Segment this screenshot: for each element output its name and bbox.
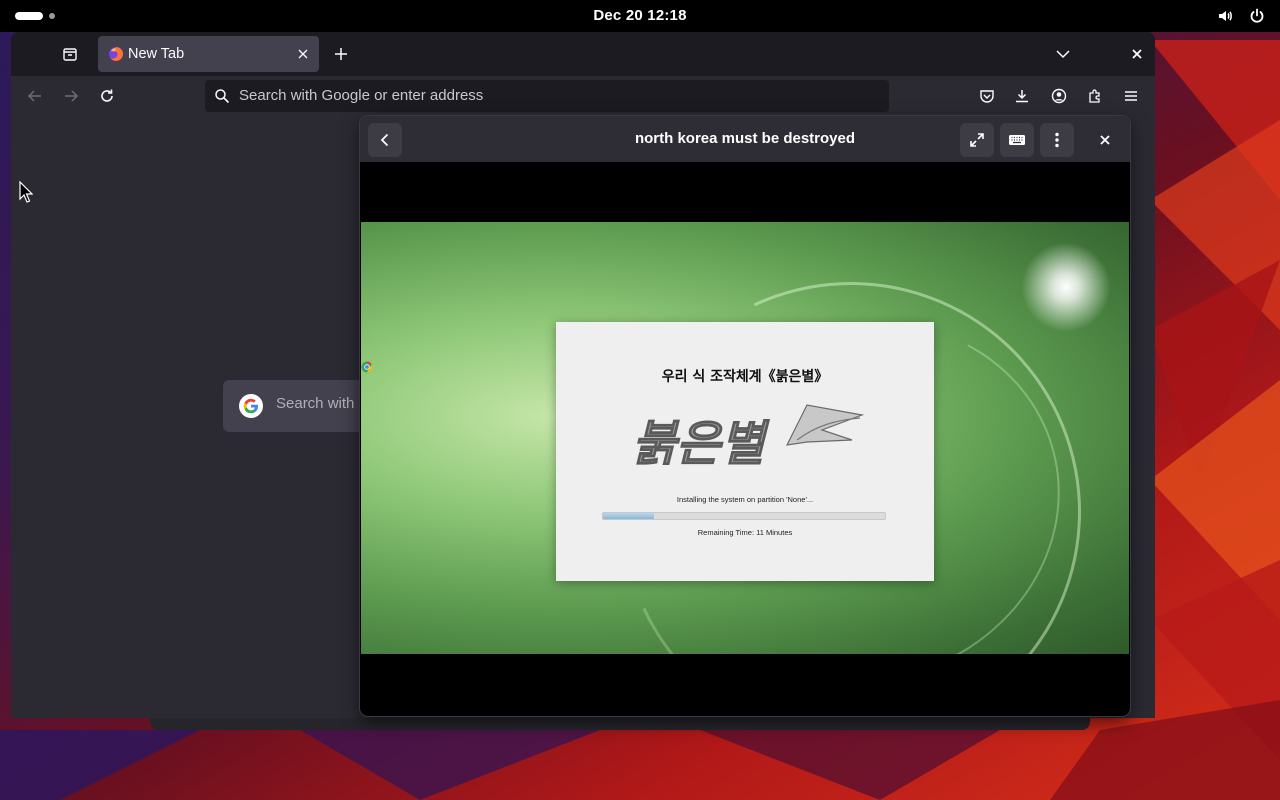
account-button[interactable]	[1047, 84, 1071, 108]
installer-dialog: 우리 식 조작체계《붉은별》 붉은별 Installing the system…	[556, 322, 934, 581]
tab-title: New Tab	[128, 46, 185, 62]
keyboard-button[interactable]	[1000, 123, 1034, 157]
close-icon	[1100, 135, 1110, 145]
guest-display[interactable]: 우리 식 조작체계《붉은별》 붉은별 Installing the system…	[361, 222, 1129, 654]
arrow-right-icon	[65, 90, 79, 102]
url-bar[interactable]: Search with Google or enter address	[205, 80, 889, 112]
workspace-dot	[49, 13, 55, 19]
arrow-left-icon	[27, 90, 41, 102]
close-icon	[1132, 49, 1142, 59]
search-icon	[215, 89, 230, 104]
remaining-time-text: Remaining Time: 11 Minutes	[697, 528, 793, 537]
chevron-left-icon	[380, 133, 389, 147]
pocket-button[interactable]	[975, 84, 999, 108]
keyboard-icon	[1009, 135, 1025, 145]
firefox-view-icon	[63, 48, 77, 61]
list-all-tabs-button[interactable]	[1051, 44, 1075, 64]
clock[interactable]: Dec 20 12:18	[540, 0, 740, 32]
extensions-icon	[1089, 89, 1100, 103]
google-logo-icon	[239, 394, 263, 418]
workspace-active-pill	[15, 12, 43, 20]
navigation-toolbar: Search with Google or enter address	[11, 76, 1155, 116]
volume-icon[interactable]	[1216, 6, 1234, 26]
fullscreen-icon	[970, 133, 984, 147]
red-star-logo: 붉은별	[631, 404, 865, 473]
viewer-menu-button[interactable]	[1040, 123, 1074, 157]
chrome-icon	[361, 361, 373, 373]
downloads-icon	[1016, 90, 1028, 103]
window-close-button[interactable]	[1125, 44, 1149, 64]
app-menu-button[interactable]	[1119, 84, 1143, 108]
light-flare	[1021, 242, 1111, 332]
reload-icon	[101, 89, 113, 102]
tab-bar: New Tab	[11, 32, 1155, 76]
firefox-view-button[interactable]	[56, 42, 84, 66]
firefox-icon	[109, 47, 123, 61]
pocket-icon	[980, 90, 994, 103]
back-button[interactable]	[23, 84, 47, 108]
fullscreen-button[interactable]	[960, 123, 994, 157]
hamburger-menu-icon	[1125, 91, 1137, 101]
install-progress-fill	[603, 513, 654, 519]
back-button[interactable]	[368, 123, 402, 157]
system-tray[interactable]	[1216, 6, 1266, 26]
viewer-close-button[interactable]	[1088, 123, 1122, 157]
extensions-button[interactable]	[1083, 84, 1107, 108]
installer-title: 우리 식 조작체계《붉은별》	[661, 369, 829, 385]
activities-indicator[interactable]	[15, 12, 55, 20]
svg-text:붉은별: 붉은별	[632, 416, 769, 472]
viewer-title: north korea must be destroyed	[634, 130, 856, 147]
forward-button[interactable]	[59, 84, 83, 108]
chevron-down-icon	[1056, 50, 1070, 59]
power-icon[interactable]	[1248, 6, 1266, 26]
account-icon	[1051, 88, 1067, 104]
tab-close-icon[interactable]	[295, 46, 311, 62]
plus-icon	[335, 48, 347, 60]
downloads-button[interactable]	[1010, 84, 1034, 108]
tab-new-tab[interactable]: New Tab	[98, 36, 319, 72]
viewer-header: north korea must be destroyed	[360, 116, 1130, 162]
top-bar: Dec 20 12:18	[0, 0, 1280, 32]
install-progress-bar	[602, 512, 886, 520]
mouse-cursor-icon	[19, 181, 33, 203]
remote-viewer-window: north korea must be destroyed 우리 식 조작체계《…	[360, 116, 1130, 716]
kebab-menu-icon	[1055, 132, 1059, 148]
reload-button[interactable]	[95, 84, 119, 108]
url-bar-placeholder: Search with Google or enter address	[239, 87, 484, 104]
new-tab-button[interactable]	[329, 42, 353, 66]
install-status-text: Installing the system on partition 'None…	[676, 495, 814, 504]
